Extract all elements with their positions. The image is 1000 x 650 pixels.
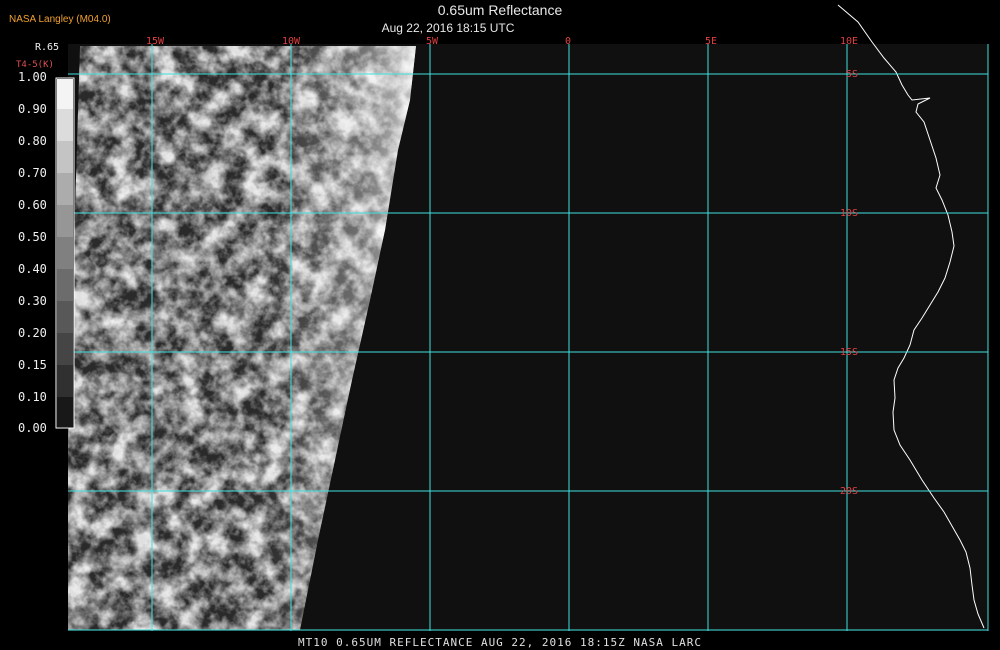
footer-caption: MT10 0.65UM REFLECTANCE AUG 22, 2016 18:… [298,636,702,649]
colorbar-label: 0.60 [18,198,47,212]
lon-label-15w: 15W [146,36,165,47]
legend-subtitle: T4-5(K) [16,60,54,70]
satellite-map: 15W 10W 5W 0 5E 10E 5S 10S 15S 20S [55,4,989,631]
colorbar-label: 1.00 [18,70,47,84]
lon-label-10e: 10E [840,36,858,47]
lon-label-0: 0 [565,36,571,47]
colorbar-label: 0.50 [18,230,47,244]
colorbar-label: 0.15 [18,358,47,372]
colorbar-label: 0.10 [18,390,47,404]
lon-label-5w: 5W [426,36,439,47]
lat-label-5s: 5S [846,69,858,80]
colorbar [55,77,75,429]
colorbar-label: 0.80 [18,134,47,148]
colorbar-label: 0.40 [18,262,47,276]
lat-label-15s: 15S [840,347,858,358]
colorbar-label: 0.20 [18,326,47,340]
colorbar-label: 0.90 [18,102,47,116]
colorbar-label: 0.30 [18,294,47,308]
lon-label-10w: 10W [282,36,301,47]
lon-label-5e: 5E [705,36,717,47]
lat-label-10s: 10S [840,208,858,219]
satellite-image-viewer: NASA Langley (M04.0) 0.65um Reflectance … [0,0,1000,650]
legend-title: R.65 [35,42,60,53]
lat-label-20s: 20S [840,486,858,497]
colorbar-label: 0.00 [18,421,47,435]
colorbar-label: 0.70 [18,166,47,180]
